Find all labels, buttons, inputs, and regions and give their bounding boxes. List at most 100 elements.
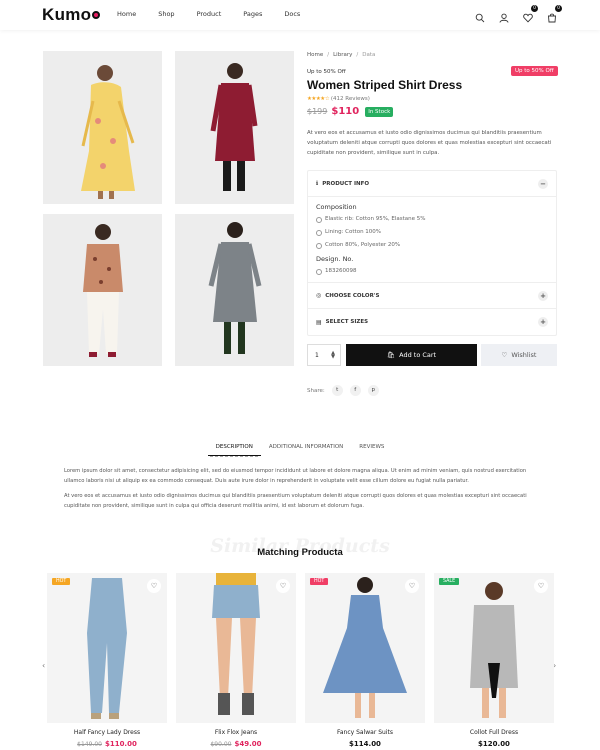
info-icon: ℹ (316, 180, 319, 187)
breadcrumb-home[interactable]: Home (307, 52, 323, 58)
tab-reviews[interactable]: REVIEWS (351, 444, 392, 456)
tag-badge: HOT (52, 578, 71, 585)
logo-text: Kumo (42, 5, 92, 24)
tab-description[interactable]: DESCRIPTION (207, 444, 261, 456)
description-paragraph: At vero eos et accusamus et iusto odio d… (64, 493, 527, 509)
product-price: $149.00 $110.00 (47, 740, 167, 748)
product-name[interactable]: Collot Full Dress (434, 729, 554, 736)
product-price: $90.00 $49.00 (176, 740, 296, 748)
heart-icon[interactable]: ♡ (534, 579, 548, 593)
tab-additional-information[interactable]: ADDITIONAL INFORMATION (261, 444, 351, 456)
breadcrumb: Home / Library / Data (307, 52, 376, 58)
product-card[interactable]: SALE ♡ (434, 573, 554, 723)
old-price: $149.00 (77, 741, 102, 748)
product-image-2[interactable] (175, 51, 294, 204)
nav-shop[interactable]: Shop (158, 10, 174, 18)
product-info-body: Composition Elastic rib: Cotton 95%, Ela… (308, 197, 556, 283)
pinterest-icon[interactable]: p (367, 385, 379, 396)
heart-icon[interactable]: ♡ (405, 579, 419, 593)
sale-price: $110.00 (104, 740, 137, 748)
share-label: Share: (307, 387, 325, 394)
heart-icon[interactable]: ♡ (276, 579, 290, 593)
search-icon[interactable] (475, 8, 485, 23)
cart-icon[interactable]: 0 (547, 5, 562, 23)
review-count[interactable]: (412 Reviews) (331, 96, 370, 102)
twitter-icon[interactable]: t (331, 385, 343, 396)
logo[interactable]: Kumo (42, 5, 101, 25)
share-row: Share: t f p (307, 385, 379, 396)
add-to-cart-button[interactable]: 🛍 Add to Cart (346, 344, 477, 366)
heart-icon[interactable]: ♡ (147, 579, 161, 593)
current-price: $110 (331, 106, 360, 117)
product-info-header[interactable]: ℹ PRODUCT INFO − (308, 171, 556, 197)
design-label: Design. No. (316, 255, 354, 263)
composition-item: Elastic rib: Cotton 95%, Elastane 5% (316, 216, 548, 223)
product-tabs: DESCRIPTION ADDITIONAL INFORMATION REVIE… (0, 444, 600, 456)
user-icon[interactable] (499, 8, 509, 23)
main-nav: Home Shop Product Pages Docs (117, 10, 322, 18)
chevron-left-icon[interactable]: ‹ (42, 661, 45, 670)
breadcrumb-library[interactable]: Library (333, 52, 352, 58)
collapse-icon[interactable]: − (538, 179, 548, 189)
product-image-4[interactable] (175, 214, 294, 366)
product-info-title: PRODUCT INFO (322, 180, 370, 187)
logo-dot (92, 11, 101, 19)
product-price: $114.00 (305, 740, 425, 748)
select-sizes-header[interactable]: ▤ SELECT SIZES + (308, 309, 556, 335)
nav-home[interactable]: Home (117, 10, 136, 18)
stock-badge: In Stock (365, 106, 394, 117)
product-image-1[interactable] (43, 51, 162, 204)
rating: ★★★★☆ (412 Reviews) (307, 96, 370, 102)
old-price: $90.00 (210, 741, 232, 748)
sale-price: $49.00 (234, 740, 262, 748)
price: $120.00 (478, 740, 510, 748)
product-accordion: ℹ PRODUCT INFO − Composition Elastic rib: … (307, 170, 557, 336)
quantity-stepper[interactable]: 1 ▲ ▼ (307, 344, 341, 366)
old-price: $199 (307, 107, 328, 116)
header-icons: 0 0 (475, 5, 562, 23)
composition-label: Composition (316, 203, 357, 211)
product-description: At vero eos et accusamus et iusto odio d… (307, 130, 552, 156)
wishlist-button[interactable]: ♡ Wishlist (481, 344, 557, 366)
nav-product[interactable]: Product (197, 10, 222, 18)
wishlist-count-badge: 0 (531, 5, 538, 12)
facebook-icon[interactable]: f (349, 385, 361, 396)
product-card[interactable]: ♡ (176, 573, 296, 723)
price-block: $199 $110 In Stock (307, 106, 394, 117)
tab-divider (210, 456, 258, 457)
expand-icon[interactable]: + (538, 317, 548, 327)
product-title: Women Striped Shirt Dress (307, 78, 463, 92)
description-paragraph: Lorem ipsum dolor sit amet, consectetur … (64, 468, 527, 484)
price: $114.00 (349, 740, 381, 748)
tag-badge: SALE (439, 578, 460, 585)
nav-docs[interactable]: Docs (284, 10, 300, 18)
heart-icon[interactable]: 0 (523, 5, 538, 23)
add-to-cart-label: Add to Cart (399, 351, 437, 359)
select-sizes-title: SELECT SIZES (325, 319, 369, 325)
quantity-value: 1 (315, 351, 319, 359)
product-image-3[interactable] (43, 214, 162, 366)
design-number: 183260098 (316, 268, 548, 275)
ruler-icon: ▤ (316, 318, 322, 326)
stepper-arrows-icon[interactable]: ▲ ▼ (331, 351, 335, 360)
bag-icon: 🛍 (386, 351, 396, 359)
product-name[interactable]: Half Fancy Lady Dress (47, 729, 167, 736)
nav-pages[interactable]: Pages (243, 10, 262, 18)
wishlist-label: Wishlist (511, 351, 537, 359)
star-rating-icon: ★★★★☆ (307, 96, 330, 102)
heart-icon: ♡ (501, 351, 508, 359)
composition-item: Lining: Cotton 100% (316, 229, 548, 236)
palette-icon: ◎ (316, 292, 322, 299)
promo-badge: Up to 50% Off (511, 66, 558, 76)
section-title: Matching Producta (257, 547, 343, 558)
product-name[interactable]: Fancy Salwar Suits (305, 729, 425, 736)
choose-color-header[interactable]: ◎ CHOOSE COLOR'S + (308, 283, 556, 309)
product-name[interactable]: Flix Flox Jeans (176, 729, 296, 736)
site-header: Kumo Home Shop Product Pages Docs 0 0 (0, 0, 600, 30)
product-card[interactable]: HOT ♡ (47, 573, 167, 723)
product-price: $120.00 (434, 740, 554, 748)
choose-color-title: CHOOSE COLOR'S (325, 292, 380, 299)
breadcrumb-current: Data (362, 52, 376, 58)
expand-icon[interactable]: + (538, 291, 548, 301)
product-card[interactable]: HOT ♡ (305, 573, 425, 723)
